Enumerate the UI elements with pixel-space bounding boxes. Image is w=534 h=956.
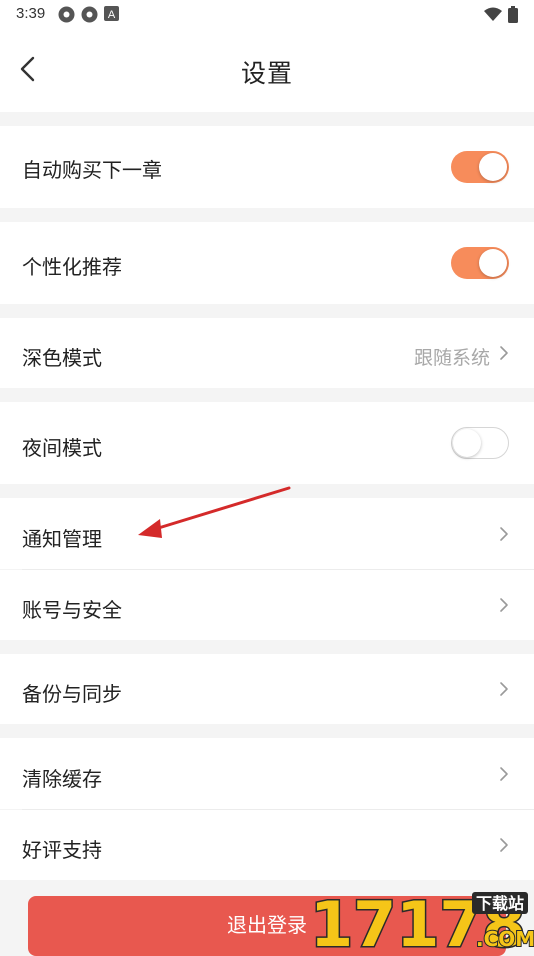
battery-icon [508,6,518,23]
toggle-knob [453,429,481,457]
app-icon-2 [81,6,98,23]
personalized-toggle[interactable] [451,247,509,279]
a-icon: A [104,6,119,21]
header: 设置 [0,30,534,112]
auto-buy-label: 自动购买下一章 [22,160,162,182]
toggle-knob [479,153,507,181]
notifications-label: 通知管理 [22,529,102,551]
auto-buy-row: 自动购买下一章 [0,126,534,208]
chevron-right-icon [500,838,508,852]
dark-mode-label: 深色模式 [22,348,102,370]
account-label: 账号与安全 [22,600,122,622]
notifications-row[interactable]: 通知管理 [0,498,534,569]
chevron-right-icon [500,682,508,696]
account-row[interactable]: 账号与安全 [0,570,534,640]
svg-text:.COM: .COM [476,927,534,950]
chevron-right-icon [500,767,508,781]
status-bar: 3:39 A [0,0,534,30]
clear-cache-label: 清除缓存 [22,769,102,791]
system-icons [484,6,518,23]
notification-icons: A [58,6,119,23]
auto-buy-toggle[interactable] [451,151,509,183]
svg-text:A: A [108,9,116,21]
logout-label: 退出登录 [227,914,307,937]
wifi-icon [484,7,502,21]
app-icon-1 [58,6,75,23]
page-title: 设置 [240,60,293,88]
clear-cache-row[interactable]: 清除缓存 [0,738,534,809]
night-mode-row: 夜间模式 [0,402,534,484]
chevron-right-icon [500,346,508,360]
dark-mode-value: 跟随系统 [413,348,490,369]
night-mode-label: 夜间模式 [22,438,102,460]
rate-label: 好评支持 [22,840,102,862]
chevron-right-icon [500,598,508,612]
dark-mode-row[interactable]: 深色模式 跟随系统 [0,318,534,388]
watermark-logo: 17178 下载站 .COM [309,887,534,951]
backup-row[interactable]: 备份与同步 [0,654,534,724]
personalized-label: 个性化推荐 [22,257,122,279]
status-time: 3:39 [16,5,46,22]
rate-row[interactable]: 好评支持 [0,810,534,880]
toggle-knob [479,249,507,277]
night-mode-toggle[interactable] [451,427,509,459]
personalized-row: 个性化推荐 [0,222,534,304]
backup-label: 备份与同步 [22,684,122,706]
chevron-right-icon [500,527,508,541]
svg-text:下载站: 下载站 [476,894,524,913]
